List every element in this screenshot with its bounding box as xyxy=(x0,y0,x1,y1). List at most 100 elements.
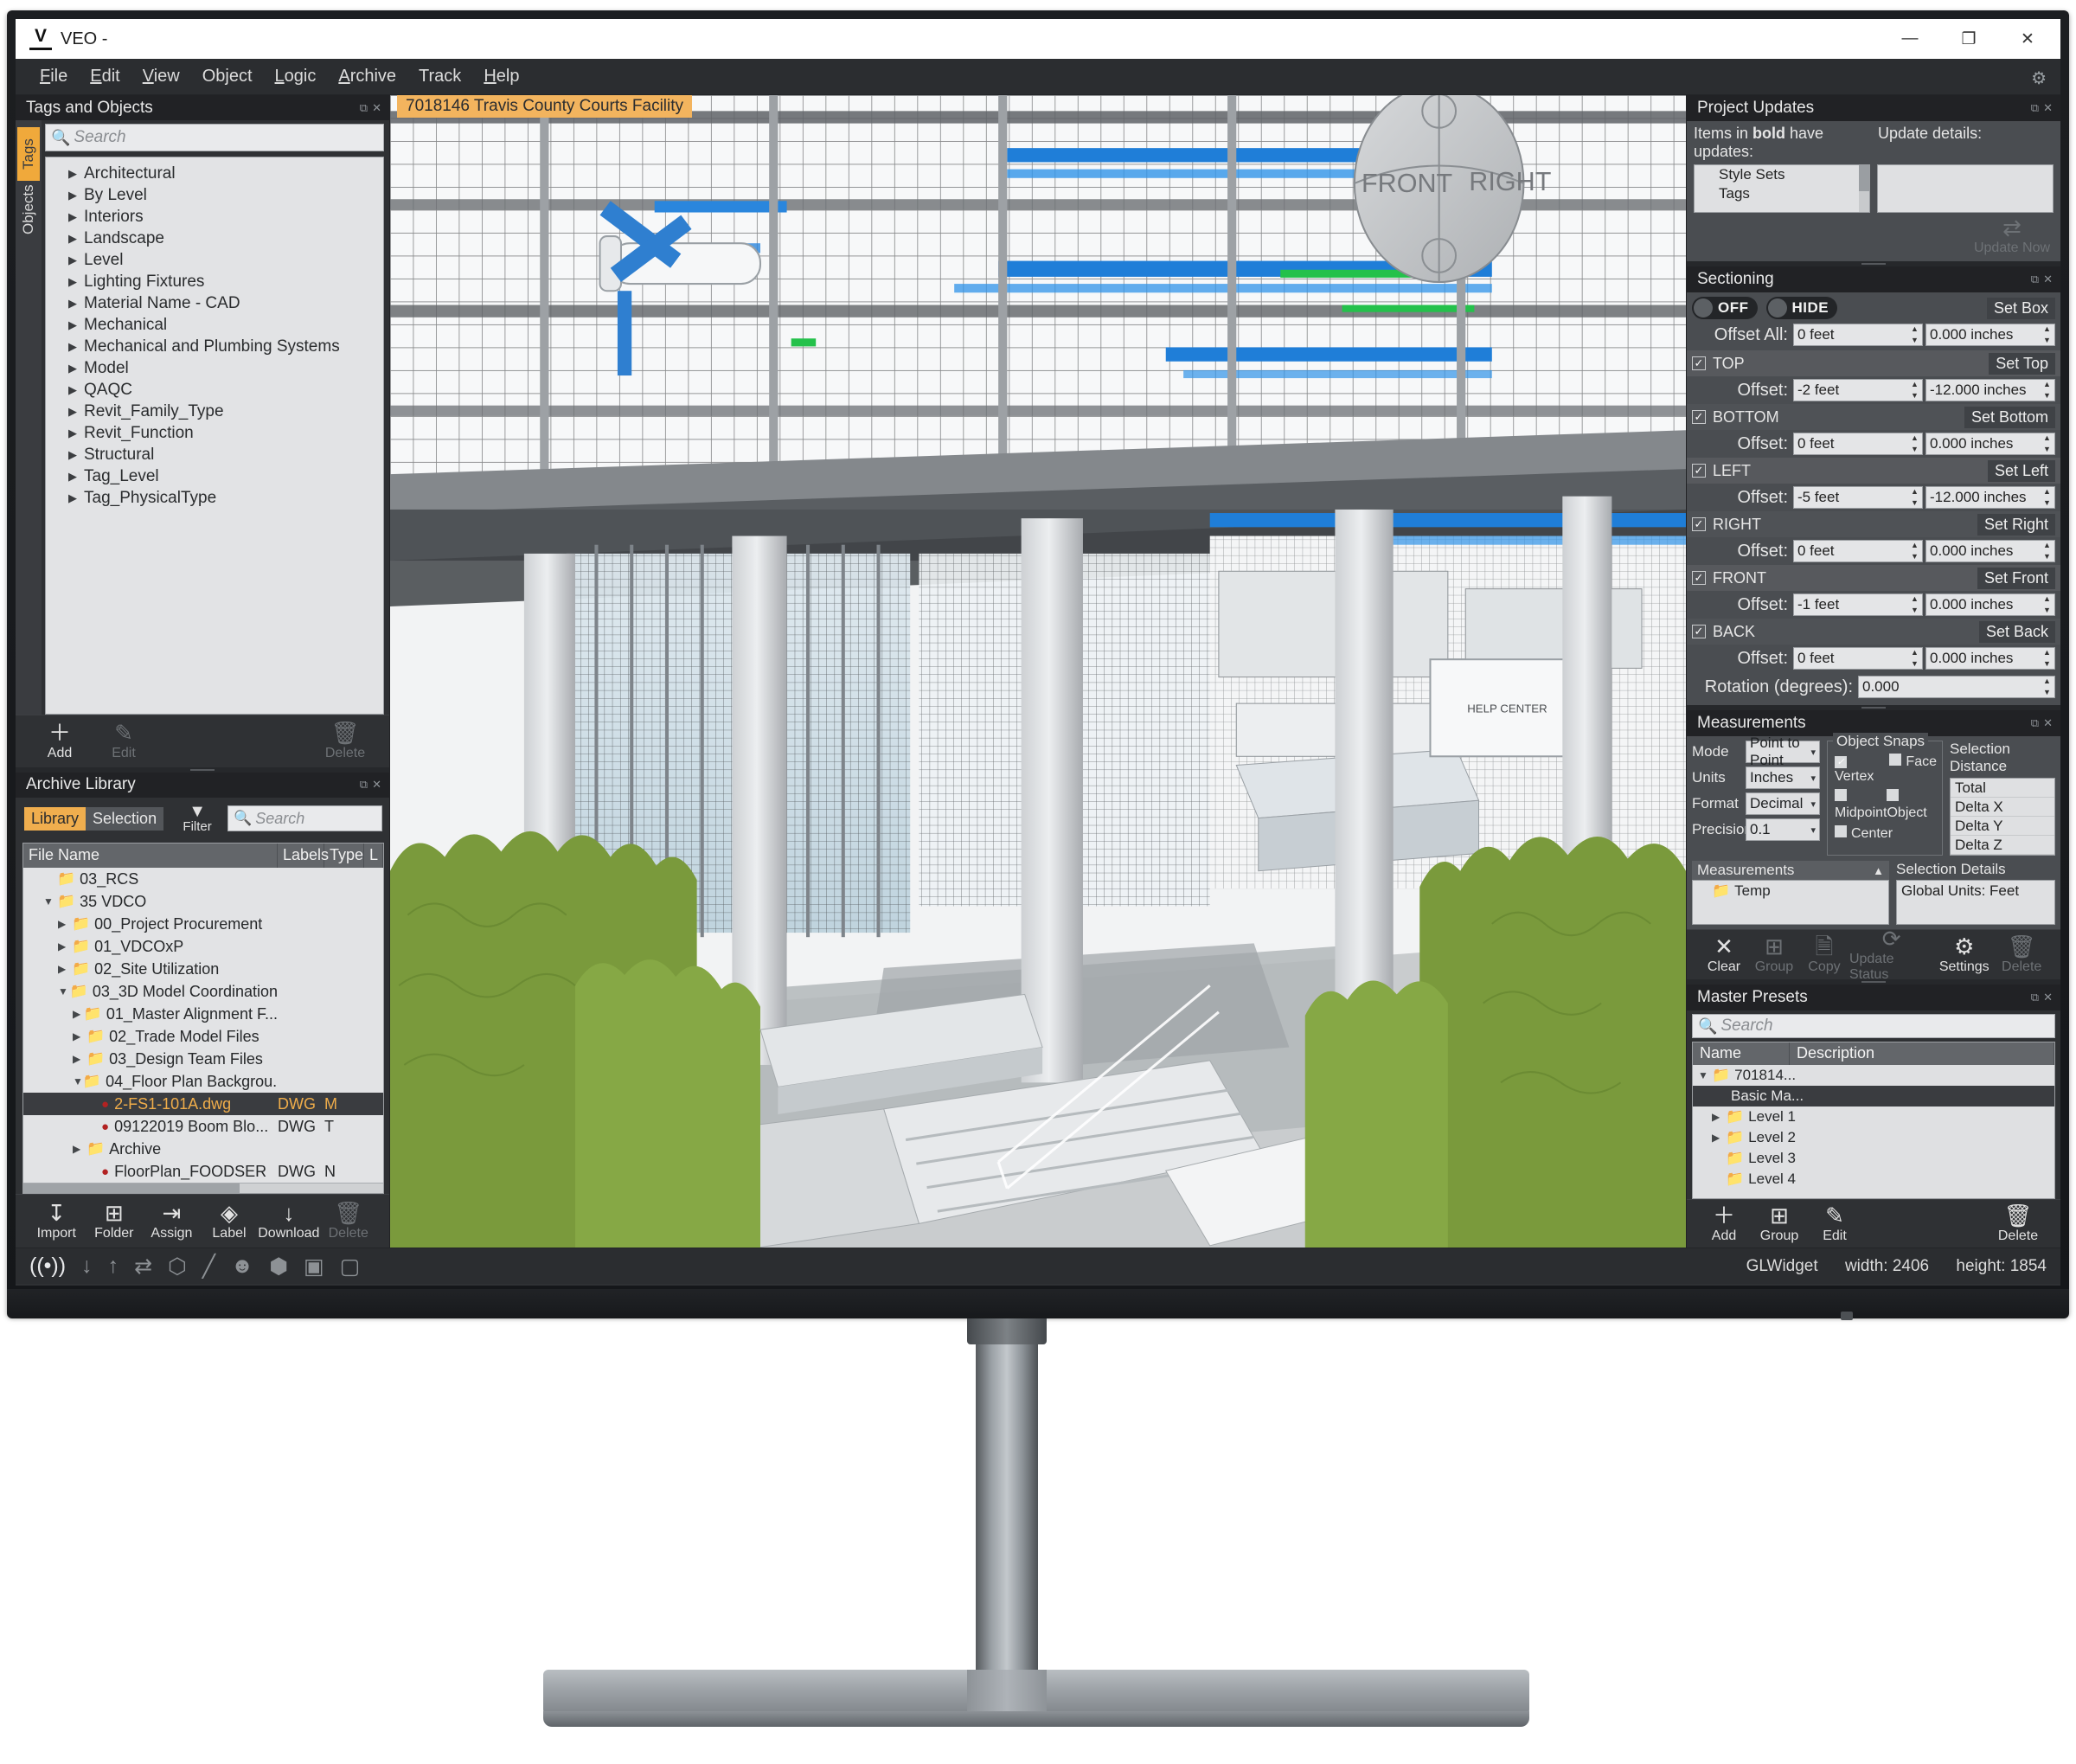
tags-tree-node[interactable]: ▶ Interiors xyxy=(46,206,383,228)
broadcast-icon[interactable]: ((•)) xyxy=(29,1254,66,1279)
menu-item-help[interactable]: Help xyxy=(484,67,519,87)
updates-list-scrollbar[interactable] xyxy=(1859,165,1869,212)
mp-float-icon[interactable]: ⧉ xyxy=(2031,991,2040,1004)
sectioning-off-toggle[interactable]: OFF xyxy=(1692,297,1758,319)
tags-tree[interactable]: ▶ Architectural ▶ By Level ▶ Interiors ▶ Landsc… xyxy=(45,157,384,715)
chevron-right-icon[interactable]: ▶ xyxy=(68,318,84,332)
list-item[interactable]: 📁 Level 3 xyxy=(1693,1148,2054,1169)
sectioning-hide-toggle[interactable]: HIDE xyxy=(1765,297,1838,319)
archive-delete-button[interactable]: 🗑 Delete xyxy=(319,1202,377,1241)
chevron-down-icon[interactable]: ▼ xyxy=(43,895,57,908)
cube-wire-icon[interactable]: ⬡ xyxy=(168,1254,187,1280)
meas-update-status-button[interactable]: ⟳ Update Status xyxy=(1849,927,1933,983)
master-presets-search-input[interactable]: 🔍 Search xyxy=(1692,1014,2055,1038)
checkbox-front[interactable]: ✓ xyxy=(1692,571,1706,585)
archive-assign-button[interactable]: ⇥ Assign xyxy=(143,1202,201,1241)
tags-tree-node[interactable]: ▶ Tag_PhysicalType xyxy=(46,487,383,509)
chevron-right-icon[interactable]: ▶ xyxy=(73,1053,86,1065)
chevron-right-icon[interactable]: ▶ xyxy=(73,1008,84,1020)
left-offset-inches-input[interactable]: -12.000 inches ▲ ▼ xyxy=(1925,486,2055,509)
tags-tree-node[interactable]: ▶ Architectural xyxy=(46,163,383,184)
bottom-offset-inches-input[interactable]: 0.000 inches ▲ ▼ xyxy=(1925,433,2055,455)
tags-tree-node[interactable]: ▶ Mechanical and Plumbing Systems xyxy=(46,336,383,357)
table-row[interactable]: ▼ 📁 04_Floor Plan Backgrou... xyxy=(23,1070,383,1093)
tags-tree-node[interactable]: ▶ Revit_Family_Type xyxy=(46,401,383,422)
snap-object[interactable]: Object xyxy=(1887,789,1937,821)
chevron-right-icon[interactable]: ▶ xyxy=(68,340,84,354)
tags-tree-node[interactable]: ▶ QAQC xyxy=(46,379,383,401)
archive-folder-button[interactable]: ⊞ Folder xyxy=(86,1202,144,1241)
snap-object-checkbox[interactable] xyxy=(1887,789,1900,801)
chevron-right-icon[interactable]: ▶ xyxy=(68,297,84,311)
table-row[interactable]: ▶ 📁 02_Site Utilization xyxy=(23,958,383,980)
list-item[interactable]: ▼ 📁 701814... xyxy=(1693,1065,2054,1086)
menu-item-logic[interactable]: Logic xyxy=(275,67,317,87)
set-front-button[interactable]: Set Front xyxy=(1977,567,2055,589)
archive-label-button[interactable]: ◈ Label xyxy=(201,1202,259,1241)
pu-float-icon[interactable]: ⧉ xyxy=(2031,101,2040,115)
table-row[interactable]: ▶ 📁 03_Design Team Files xyxy=(23,1048,383,1070)
ruler-icon[interactable]: ╱ xyxy=(202,1254,215,1280)
sync-icon[interactable]: ⇄ xyxy=(134,1254,152,1280)
list-item[interactable]: Basic Ma... xyxy=(1693,1086,2054,1107)
chevron-right-icon[interactable]: ▶ xyxy=(73,1030,86,1042)
mp-group-button[interactable]: ⊞ Group xyxy=(1749,1204,1810,1244)
meas-close-icon[interactable]: ✕ xyxy=(2043,716,2054,730)
right-offset-inches-input[interactable]: 0.000 inches ▲ ▼ xyxy=(1925,540,2055,562)
measurements-list[interactable]: 📁 Temp xyxy=(1692,880,1889,925)
update-now-button[interactable]: ⇄ Update Now xyxy=(1970,216,2054,256)
list-item[interactable]: 📁 Level 4 xyxy=(1693,1169,2054,1190)
rotation-input[interactable]: 0.000 ▲ ▼ xyxy=(1858,676,2055,698)
menu-item-archive[interactable]: Archive xyxy=(338,67,396,87)
mp-col-name[interactable]: Name xyxy=(1693,1042,1790,1065)
back-offset-feet-input[interactable]: 0 feet ▲ ▼ xyxy=(1793,647,1923,670)
viewport-tab[interactable]: 7018146 Travis County Courts Facility xyxy=(397,95,693,118)
checkbox-right[interactable]: ✓ xyxy=(1692,517,1706,531)
chevron-right-icon[interactable]: ▶ xyxy=(68,232,84,246)
camera-icon[interactable]: ▣ xyxy=(304,1254,324,1280)
back-offset-inches-input[interactable]: 0.000 inches ▲ ▼ xyxy=(1925,647,2055,670)
archive-search-input[interactable]: 🔍 Search xyxy=(227,805,382,831)
menu-item-track[interactable]: Track xyxy=(419,67,461,87)
sec-close-icon[interactable]: ✕ xyxy=(2043,273,2054,286)
chevron-up-icon[interactable]: ▲ xyxy=(1873,864,1884,877)
col-labels[interactable]: Labels xyxy=(278,844,329,868)
updates-item-style-sets[interactable]: Style Sets xyxy=(1695,165,1869,184)
sec-float-icon[interactable]: ⧉ xyxy=(2031,273,2040,286)
right-offset-feet-input[interactable]: 0 feet ▲ ▼ xyxy=(1793,540,1923,562)
chevron-right-icon[interactable]: ▶ xyxy=(1712,1132,1726,1144)
chevron-right-icon[interactable]: ▶ xyxy=(68,448,84,462)
snap-midpoint-checkbox[interactable] xyxy=(1835,789,1847,801)
set-left-button[interactable]: Set Left xyxy=(1987,459,2055,482)
updates-item-tags[interactable]: Tags xyxy=(1695,184,1869,203)
viewport-area[interactable]: 7018146 Travis County Courts Facility HE… xyxy=(390,95,1686,1248)
table-row[interactable]: ▼ 📁 35 VDCO xyxy=(23,890,383,913)
close-button[interactable]: ✕ xyxy=(1998,19,2057,59)
chevron-right-icon[interactable]: ▶ xyxy=(68,210,84,224)
tags-tree-node[interactable]: ▶ Revit_Function xyxy=(46,422,383,444)
offset-all-inches-input[interactable]: 0.000 inches ▲ ▼ xyxy=(1925,324,2055,346)
chevron-down-icon[interactable]: ▼ xyxy=(1698,1069,1712,1081)
chevron-right-icon[interactable]: ▶ xyxy=(68,362,84,375)
chevron-right-icon[interactable]: ▶ xyxy=(1712,1111,1726,1123)
tags-tree-node[interactable]: ▶ Structural xyxy=(46,444,383,465)
person-icon[interactable]: ☻ xyxy=(231,1254,253,1279)
set-top-button[interactable]: Set Top xyxy=(1989,352,2055,375)
set-back-button[interactable]: Set Back xyxy=(1978,620,2055,643)
tags-tree-node[interactable]: ▶ By Level xyxy=(46,184,383,206)
pu-close-icon[interactable]: ✕ xyxy=(2043,101,2054,115)
tags-tree-node[interactable]: ▶ Lighting Fixtures xyxy=(46,271,383,292)
left-offset-feet-input[interactable]: -5 feet ▲ ▼ xyxy=(1793,486,1923,509)
chevron-down-icon[interactable]: ▼ xyxy=(73,1075,83,1087)
chevron-right-icon[interactable]: ▶ xyxy=(68,189,84,202)
chevron-right-icon[interactable]: ▶ xyxy=(58,940,72,953)
mode-select[interactable]: Point to Point ▾ xyxy=(1746,734,1820,768)
updates-items-list[interactable]: Style Sets Tags xyxy=(1694,164,1870,213)
table-row[interactable]: ▶ 📁 01_VDCOxP xyxy=(23,935,383,958)
col-type[interactable]: Type xyxy=(324,844,364,868)
front-offset-feet-input[interactable]: -1 feet ▲ ▼ xyxy=(1793,593,1923,616)
chevron-right-icon[interactable]: ▶ xyxy=(73,1143,86,1155)
archive-import-button[interactable]: ↧ Import xyxy=(28,1202,86,1241)
snap-midpoint[interactable]: Midpoint xyxy=(1835,789,1887,821)
units-select[interactable]: Inches ▾ xyxy=(1746,767,1820,789)
